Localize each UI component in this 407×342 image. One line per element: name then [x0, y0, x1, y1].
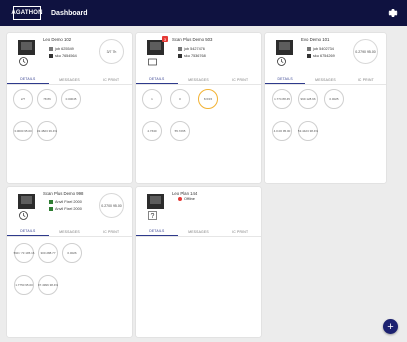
tab-ic-print[interactable]: IC PRINT: [219, 227, 261, 236]
progress-indicator: 0.2700 95.00: [99, 193, 124, 218]
help-icon: ?: [148, 211, 157, 220]
gear-icon[interactable]: [386, 7, 398, 19]
job-row: job 625549: [49, 47, 74, 51]
card-tabs: DETAILS MESSAGES IC PRINT: [136, 75, 261, 85]
machine-card[interactable]: Scan Plus Demo 998 Anvil Fixel 2000 Anvi…: [7, 187, 132, 337]
machine-name: Leo Demo 102: [43, 37, 72, 42]
card-header: Scan Plus Demo 998 Anvil Fixel 2000 Anvi…: [7, 187, 132, 227]
printer-icon: [18, 40, 35, 55]
card-header: Evo Demo 101 job 5402734 sku 6754269 0.2…: [265, 33, 386, 73]
metric-circle: 97.4996 38.4%: [38, 275, 58, 295]
progress-indicator: 3/7 7h: [99, 39, 124, 64]
metric-circle: 2/7: [13, 89, 33, 109]
metric-circle: 0.0025: [324, 89, 344, 109]
add-button[interactable]: +: [383, 319, 398, 334]
folder-icon: [148, 58, 157, 66]
machine-card[interactable]: Evo Demo 101 job 5402734 sku 6754269 0.2…: [265, 33, 386, 183]
tab-messages[interactable]: MESSAGES: [305, 75, 345, 84]
metric-circle: 32.4823 36.4%: [37, 121, 57, 141]
metric-circle: 3.0000 95.00: [13, 121, 33, 141]
metric-circle: 8.6/15: [198, 89, 218, 109]
top-app-bar: AGATHON Dashboard: [0, 0, 407, 26]
metric-circle: 1.774 88.45: [272, 89, 292, 109]
sku-row: sku 7654564: [49, 54, 77, 58]
tab-ic-print[interactable]: IC PRINT: [219, 75, 261, 84]
card-header: Leo Demo 102 job 625549 sku 7654564 3/7 …: [7, 33, 132, 73]
printer-icon: [18, 194, 35, 209]
card-tabs: DETAILS MESSAGES IC PRINT: [7, 75, 132, 85]
tab-ic-print[interactable]: IC PRINT: [90, 227, 132, 236]
metric-circle: 590 / 73 195.16: [14, 243, 34, 263]
machine-name: Leo Plan 144: [172, 191, 198, 196]
clock-icon: [19, 57, 28, 66]
machine-card[interactable]: Leo Demo 102 job 625549 sku 7654564 3/7 …: [7, 33, 132, 183]
page-title: Dashboard: [51, 9, 88, 17]
metric-circle: 78 86: [37, 89, 57, 109]
progress-indicator: 0.2790 95.00: [353, 39, 378, 64]
tab-details[interactable]: DETAILS: [7, 227, 49, 236]
machine-name: Scan Plus Demo 503: [172, 37, 213, 42]
job-row: job 5427476: [178, 47, 205, 51]
status-row: Offline: [178, 197, 195, 201]
metric-circle: 55.7265: [170, 121, 190, 141]
machine-card[interactable]: 3 Scan Plus Demo 503 job 5427476 sku 753…: [136, 33, 261, 183]
printer-icon: [147, 194, 164, 209]
sku-row: sku 6754269: [307, 54, 335, 58]
brand-logo: AGATHON: [11, 6, 42, 20]
metric-circle: 300 288.77: [38, 243, 58, 263]
tab-details[interactable]: DETAILS: [136, 227, 178, 236]
metric-circle: 4.7630: [142, 121, 162, 141]
tab-ic-print[interactable]: IC PRINT: [346, 75, 386, 84]
machine-name: Evo Demo 101: [301, 37, 330, 42]
machine-name: Scan Plus Demo 998: [43, 191, 84, 196]
machine-card[interactable]: ? Leo Plan 144 Offline DETAILS MESSAGES …: [136, 187, 261, 337]
metric-circle: 1: [142, 89, 162, 109]
metric-circle: 0: [170, 89, 190, 109]
metric-circle: 0.00045: [61, 89, 81, 109]
tab-messages[interactable]: MESSAGES: [49, 75, 91, 84]
alert-badge: 3: [162, 36, 168, 42]
tab-ic-print[interactable]: IC PRINT: [90, 75, 132, 84]
tab-messages[interactable]: MESSAGES: [178, 227, 220, 236]
tab-messages[interactable]: MESSAGES: [178, 75, 220, 84]
tab-details[interactable]: DETAILS: [7, 75, 49, 84]
printer-icon: [276, 40, 293, 55]
card-header: 3 Scan Plus Demo 503 job 5427476 sku 753…: [136, 33, 261, 73]
job-row: job 5402734: [307, 47, 334, 51]
status-row: Anvil Fixel 2000: [49, 207, 82, 211]
tab-details[interactable]: DETAILS: [265, 75, 306, 84]
metric-circle: 999 128.96: [298, 89, 318, 109]
tab-messages[interactable]: MESSAGES: [49, 227, 91, 236]
metric-circle: 0.0026: [62, 243, 82, 263]
svg-text:?: ?: [151, 213, 155, 220]
status-row: Anvil Fixel 2000: [49, 200, 82, 204]
card-header: ? Leo Plan 144 Offline: [136, 187, 261, 227]
metric-circle: 4.0.00 95.00: [272, 121, 292, 141]
card-tabs: DETAILS MESSAGES IC PRINT: [7, 227, 132, 237]
tab-details[interactable]: DETAILS: [136, 75, 178, 84]
metric-circle: 1.7750 95.00: [14, 275, 34, 295]
clock-icon: [19, 211, 28, 220]
status-dot-icon: [178, 197, 182, 201]
card-tabs: DETAILS MESSAGES IC PRINT: [265, 75, 386, 85]
sku-row: sku 7536768: [178, 54, 206, 58]
metric-circle: 53.4423 38.4%: [298, 121, 318, 141]
card-tabs: DETAILS MESSAGES IC PRINT: [136, 227, 261, 237]
clock-icon: [277, 57, 286, 66]
